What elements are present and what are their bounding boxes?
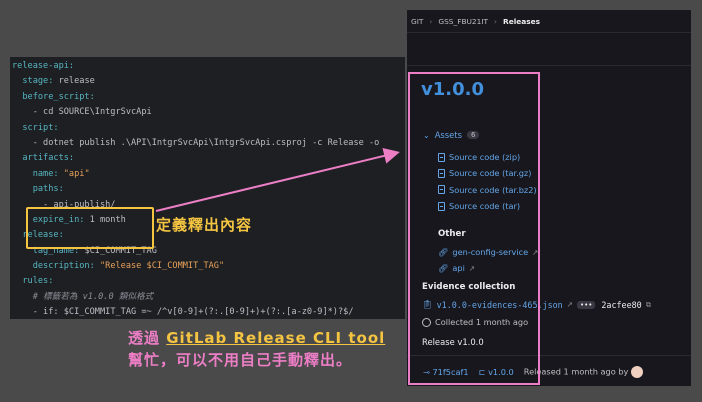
- annotation-tool-name: GitLab Release CLI tool: [166, 329, 386, 347]
- annotation-suffix: 幫忙，可以不用自己手動釋出。: [128, 351, 353, 369]
- annotation-release-cli: 透過 GitLab Release CLI tool 幫忙，可以不用自己手動釋出…: [128, 327, 398, 371]
- annotation-prefix: 透過: [128, 329, 167, 347]
